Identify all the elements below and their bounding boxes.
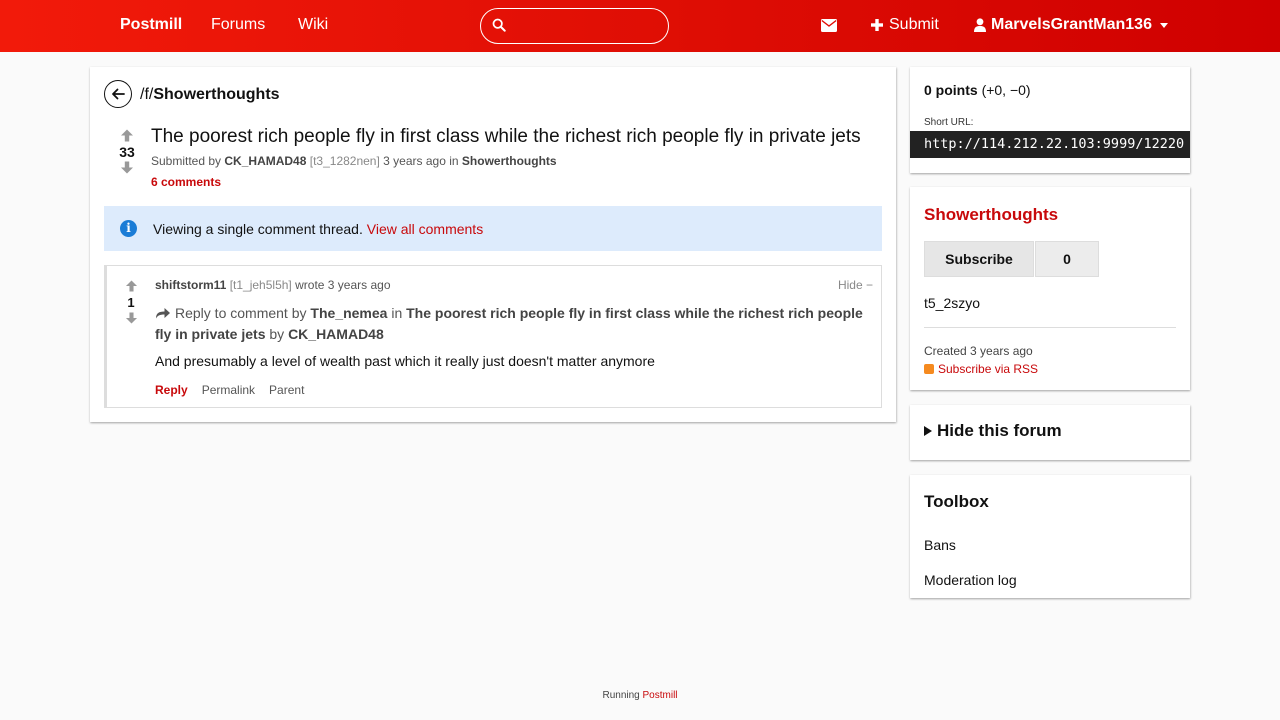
username: MarvelsGrantMan136 [991,16,1152,33]
hide-forum-box: Hide this forum [910,405,1190,460]
hide-forum-label: Hide this forum [937,421,1062,440]
submission-meta: Submitted by CK_HAMAD48 [t3_1282nen] 3 y… [151,154,557,168]
reply-to-author-link[interactable]: The_nemea [310,305,387,321]
submission-score: 33 [119,144,135,160]
rss-label: Subscribe via RSS [938,362,1039,376]
search-input[interactable] [511,13,661,39]
search-icon [492,18,506,32]
points-detail: (+0, −0) [981,82,1031,98]
downvote-icon[interactable] [120,161,134,174]
short-url-label: Short URL: [924,117,974,128]
short-url-field[interactable]: http://114.212.22.103:9999/12220 [910,131,1190,158]
comment-header: shiftstorm11 [t1_jeh5l5h] wrote 3 years … [155,278,391,292]
reply-prefix: Reply to comment by [175,305,307,321]
comments-link[interactable]: 6 comments [151,175,221,189]
single-thread-alert: i Viewing a single comment thread. View … [104,206,882,251]
comment-time: wrote 3 years ago [295,278,391,292]
footer: Running Postmill [0,690,1280,701]
thread-author-link[interactable]: CK_HAMAD48 [288,326,384,342]
toolbox-bans-link[interactable]: Bans [924,537,956,553]
view-all-comments-link[interactable]: View all comments [367,221,483,237]
submission-author-link[interactable]: CK_HAMAD48 [224,154,306,168]
points-summary: 0 points (+0, −0) [924,82,1031,98]
plus-icon [871,19,883,31]
reply-by-label: by [269,326,285,342]
nav-wiki-link[interactable]: Wiki [298,16,328,34]
points-box: 0 points (+0, −0) Short URL: http://114.… [910,67,1190,173]
crumb-forum-link[interactable]: Showerthoughts [153,86,279,103]
submit-link[interactable]: Submit [871,16,939,34]
user-menu[interactable]: MarvelsGrantMan136 [974,16,1168,34]
info-icon: i [120,220,137,237]
rss-icon [924,364,934,374]
comment-id: [t1_jeh5l5h] [229,278,292,292]
downvote-icon[interactable] [125,312,138,324]
alert-message-row: Viewing a single comment thread. View al… [153,221,483,237]
submit-label: Submit [889,16,939,33]
user-icon [974,18,986,32]
submission-time: 3 years ago [383,154,446,168]
nav-forums-link[interactable]: Forums [211,16,265,34]
crumb-prefix: /f/ [140,86,154,103]
toolbox-moderation-log-link[interactable]: Moderation log [924,572,1017,588]
submission-forum-link[interactable]: Showerthoughts [462,154,557,168]
in-label: in [449,154,459,168]
reply-in-label: in [391,305,403,321]
toolbox-title: Toolbox [924,492,989,511]
subscriber-count: 0 [1035,241,1099,277]
reply-link[interactable]: Reply [155,383,188,397]
reply-context: Reply to comment by The_nemea in The poo… [155,303,875,345]
comment-body: And presumably a level of wealth past wh… [155,353,655,369]
breadcrumb: /f/Showerthoughts [140,86,280,104]
toolbox-box: Toolbox Bans Moderation log [910,475,1190,598]
subscribe-row: Subscribe 0 [924,241,1099,277]
rss-link[interactable]: Subscribe via RSS [924,362,1038,376]
back-button[interactable] [104,80,132,108]
permalink-link[interactable]: Permalink [202,383,255,397]
comment-score: 1 [127,295,135,310]
parent-link[interactable]: Parent [269,383,304,397]
forum-id: t5_2szyo [924,295,981,311]
submitted-by-label: Submitted by [151,154,222,168]
forum-created: Created 3 years ago [924,344,1033,358]
forum-info-box: Showerthoughts Subscribe 0 t5_2szyo Crea… [910,187,1190,390]
reply-arrow-icon [156,308,170,319]
hide-comment-button[interactable]: Hide − [838,278,873,292]
subscribe-button[interactable]: Subscribe [924,241,1034,277]
submission-title[interactable]: The poorest rich people fly in first cla… [151,126,861,148]
hide-forum-toggle[interactable]: Hide this forum [924,421,1062,441]
comment-author-link[interactable]: shiftstorm11 [155,278,226,292]
submission-vote: 33 [118,129,136,174]
footer-prefix: Running [602,690,640,701]
disclosure-triangle-icon [924,426,932,436]
top-navbar: Postmill Forums Wiki Submit MarvelsGrant… [0,0,1280,52]
envelope-icon[interactable] [821,19,837,32]
search-box[interactable] [480,8,669,44]
sidebar-forum-title[interactable]: Showerthoughts [924,205,1058,225]
footer-postmill-link[interactable]: Postmill [643,690,678,701]
upvote-icon[interactable] [120,129,134,142]
comment-vote: 1 [123,280,139,324]
chevron-down-icon [1159,22,1168,28]
arrow-left-icon [112,88,125,100]
divider [924,327,1176,328]
alert-message: Viewing a single comment thread. [153,221,363,237]
upvote-icon[interactable] [125,280,138,292]
submission-panel: /f/Showerthoughts 33 The poorest rich pe… [90,67,896,422]
brand-link[interactable]: Postmill [120,16,182,34]
comment: 1 shiftstorm11 [t1_jeh5l5h] wrote 3 year… [104,265,882,408]
points-bold: 0 points [924,82,978,98]
submission-id: [t3_1282nen] [309,154,380,168]
comment-actions: Reply Permalink Parent [155,383,304,397]
